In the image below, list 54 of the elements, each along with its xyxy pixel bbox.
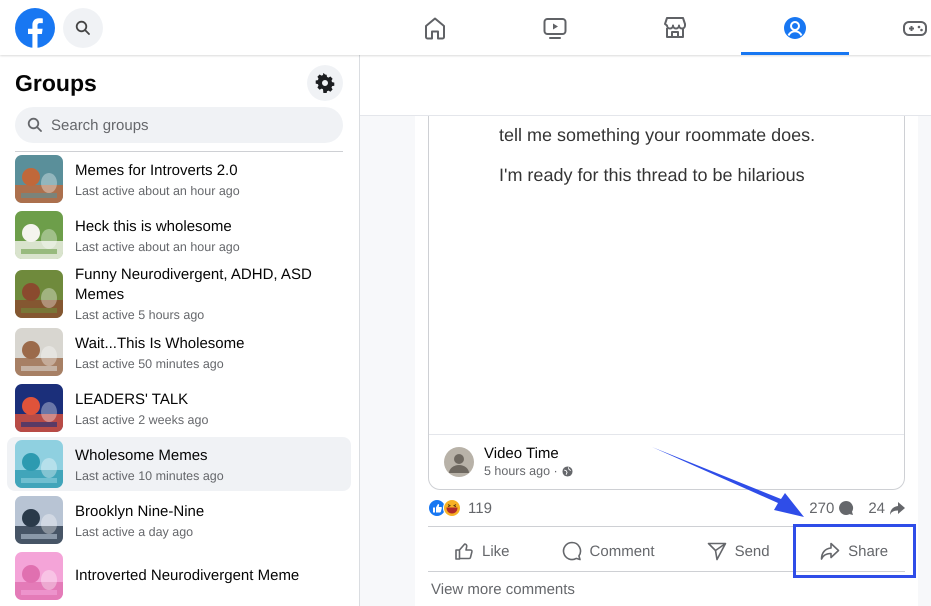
share-count[interactable]: 24 — [868, 500, 885, 516]
comment-count[interactable]: 270 — [809, 500, 834, 516]
share-icon — [889, 500, 905, 516]
last-active-text: Last active 2 weeks ago — [75, 412, 208, 426]
avatar-icon[interactable] — [444, 446, 474, 476]
group-item[interactable]: Heck this is wholesome Last active about an hour ago — [7, 208, 351, 262]
groups-icon — [782, 14, 808, 40]
last-active-text: Last active 10 minutes ago — [75, 468, 224, 482]
post-image-text: tell me something your roommate does. — [499, 124, 816, 147]
group-item[interactable]: Wholesome Memes Last active 10 minutes ago — [7, 437, 351, 491]
group-item[interactable]: Wait...This Is Wholesome Last active 50 minutes ago — [7, 325, 351, 379]
group-name: LEADERS' TALK — [75, 390, 190, 410]
action-button[interactable]: Share — [796, 527, 913, 575]
search-button[interactable] — [63, 8, 103, 48]
action-button[interactable]: Comment — [536, 531, 681, 571]
logo-icon[interactable] — [15, 8, 55, 48]
comment-icon — [838, 500, 854, 516]
group-name: Wait...This Is Wholesome — [75, 334, 244, 354]
last-active-text: Last active about an hour ago — [75, 184, 240, 198]
share-icon — [820, 541, 840, 561]
group-item[interactable]: Introverted Neurodivergent Meme — [7, 549, 351, 603]
action-button[interactable]: Send — [680, 531, 796, 571]
group-item[interactable]: LEADERS' TALK Last active 2 weeks ago — [7, 381, 351, 435]
last-active-text: Last active 5 hours ago — [75, 308, 206, 322]
reaction-count[interactable]: 119 — [468, 500, 492, 516]
group-name: Brooklyn Nine-Nine — [75, 502, 204, 522]
group-item[interactable]: Brooklyn Nine-Nine Last active a day ago — [7, 493, 351, 547]
group-name: Introverted Neurodivergent Meme — [75, 566, 300, 586]
settings-icon — [315, 73, 335, 93]
action-button[interactable]: Like — [428, 531, 536, 571]
send-icon — [706, 541, 727, 561]
group-item[interactable]: Memes for Introverts 2.0 Last active about an hour ago — [7, 152, 351, 206]
sidebar-title: Groups — [15, 70, 97, 96]
globe-icon — [562, 466, 573, 476]
group-name: Wholesome Memes — [75, 446, 209, 466]
last-active-text: Last active a day ago — [75, 524, 194, 538]
last-active-text: Last active about an hour ago — [75, 240, 240, 254]
group-name: Memes for Introverts 2.0 — [75, 160, 239, 180]
author-name[interactable]: Video Time — [484, 445, 573, 462]
last-active-text: Last active 50 minutes ago — [75, 356, 225, 370]
shop-icon — [662, 14, 688, 40]
comment-icon — [562, 541, 582, 561]
search-field[interactable]: Search groups — [15, 107, 343, 143]
search-icon — [27, 117, 43, 133]
post-image-text: I'm ready for this thread to be hilarious — [499, 164, 806, 187]
group-item[interactable]: Funny Neurodivergent, ADHD, ASD Memes Last active 5 hours ago — [7, 264, 351, 323]
group-name: Heck this is wholesome — [75, 216, 233, 236]
search-icon — [75, 20, 91, 36]
view-more-comments-link[interactable]: View more comments — [428, 572, 905, 606]
group-name: Funny Neurodivergent, ADHD, ASD Memes — [75, 265, 313, 305]
thumbs-up-icon — [454, 541, 474, 561]
settings-button[interactable] — [307, 65, 343, 101]
post-time[interactable]: 5 hours ago · — [484, 464, 558, 478]
home-icon — [422, 14, 448, 40]
